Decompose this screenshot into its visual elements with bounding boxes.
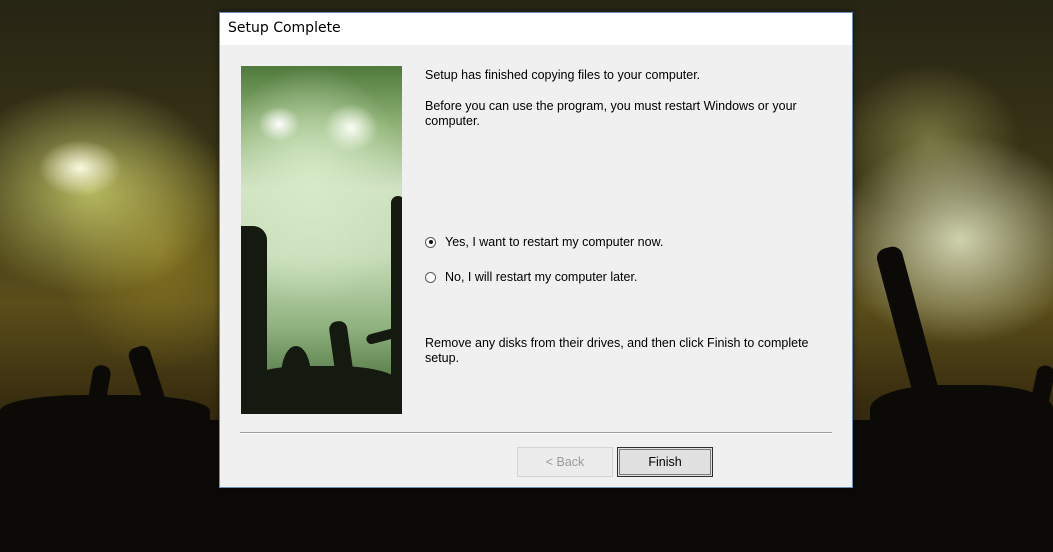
restart-now-label: Yes, I want to restart my computer now. [445, 234, 664, 249]
crowd-silhouette [874, 244, 942, 406]
dialog-title: Setup Complete [228, 20, 341, 36]
back-button[interactable]: < Back [517, 447, 613, 477]
restart-later-label: No, I will restart my computer later. [445, 269, 638, 284]
crowd-silhouette [241, 226, 267, 414]
divider [240, 432, 832, 434]
restart-now-option[interactable]: Yes, I want to restart my computer now. [425, 234, 663, 250]
setup-complete-dialog: Setup Complete Setup has finished copyin… [219, 12, 853, 488]
copy-complete-message: Setup has finished copying files to your… [425, 68, 701, 82]
title-bar[interactable]: Setup Complete [220, 13, 852, 45]
crowd-silhouette [391, 196, 402, 406]
crowd-silhouette [281, 346, 311, 406]
concert-side-image [241, 66, 402, 414]
radio-selected-icon[interactable] [425, 236, 436, 248]
finish-button[interactable]: Finish [617, 447, 713, 477]
restart-required-message: Before you can use the program, you must… [425, 99, 797, 128]
restart-later-option[interactable]: No, I will restart my computer later. [425, 269, 637, 285]
radio-unselected-icon[interactable] [425, 271, 436, 283]
remove-disks-message: Remove any disks from their drives, and … [425, 336, 809, 365]
